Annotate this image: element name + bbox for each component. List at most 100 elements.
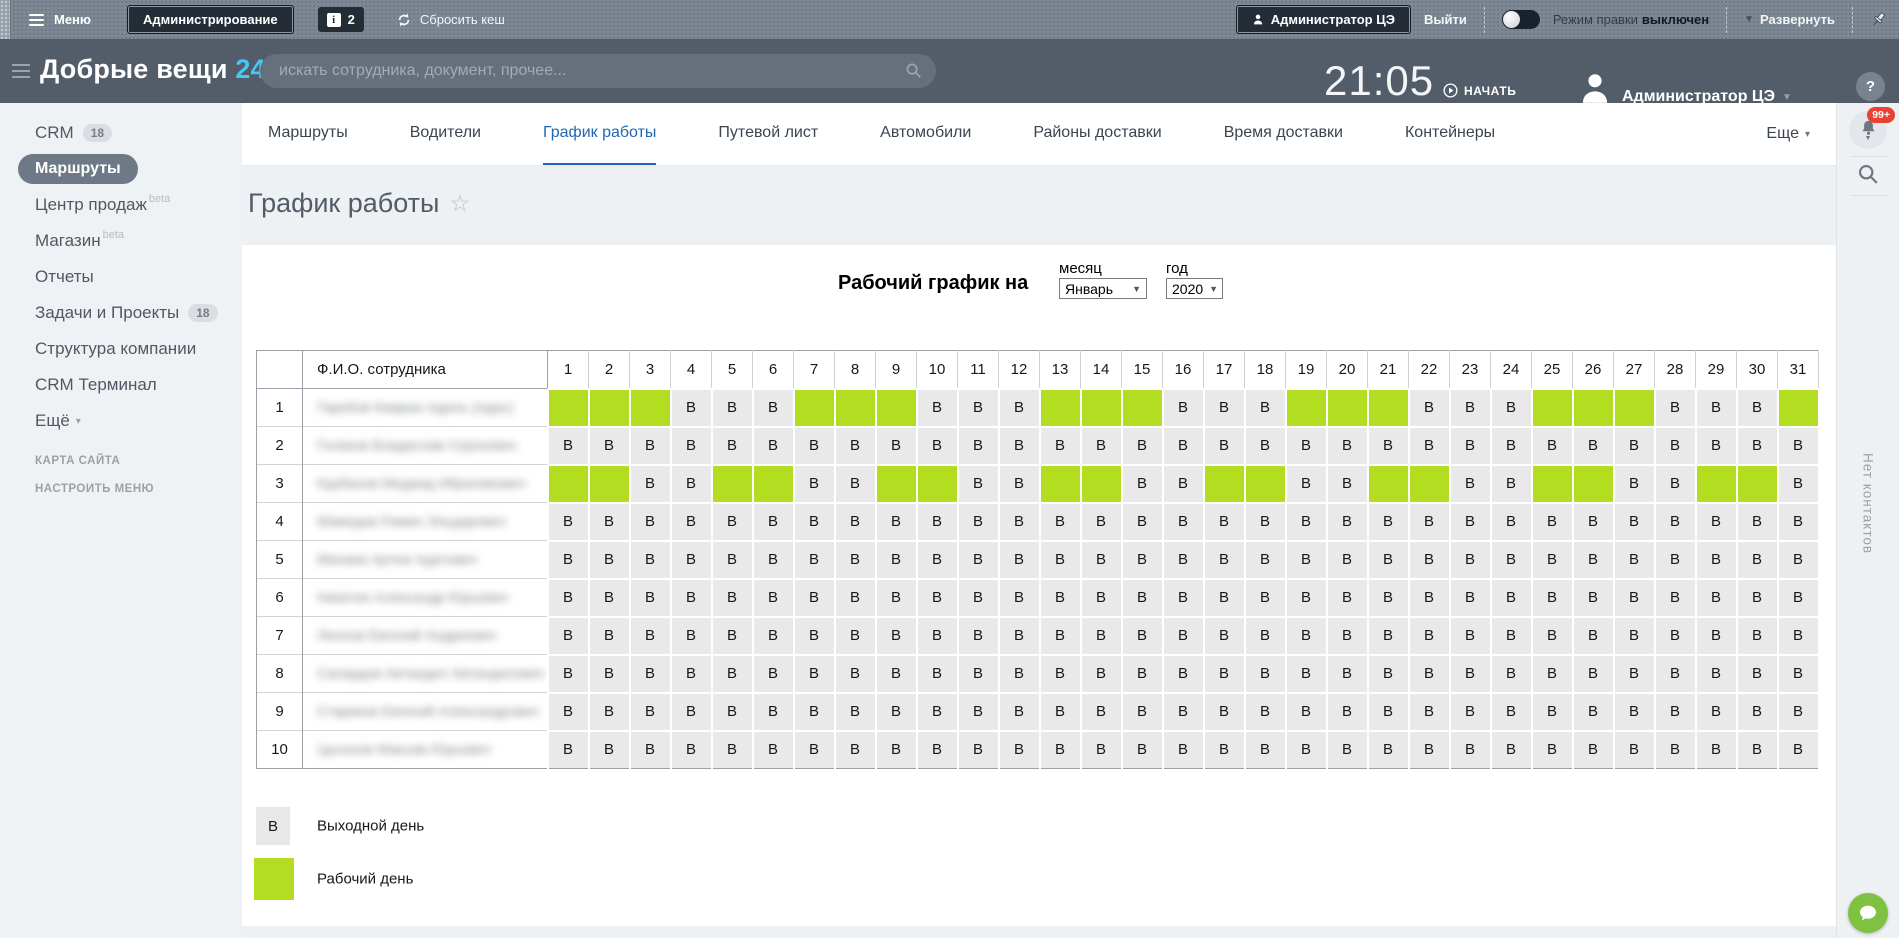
day-off-cell: В [876,731,917,769]
configure-menu-link[interactable]: НАСТРОИТЬ МЕНЮ [0,483,242,495]
day-off-cell: В [1409,541,1450,579]
day-off-cell: В [1778,655,1819,693]
avatar[interactable] [1578,70,1612,106]
tab-routes[interactable]: Маршруты [268,103,348,165]
sidebar-item-crm[interactable]: CRM18 [0,115,242,151]
notifications-button[interactable]: ▼ 99+ [1849,111,1887,149]
year-select[interactable]: 2020 ▼ [1166,278,1223,299]
work-day-cell [712,465,753,503]
sidebar-burger-icon[interactable] [12,64,30,78]
day-off-cell: В [1614,693,1655,731]
day-off-cell: В [1409,503,1450,541]
sidebar-item-label: CRM [35,123,74,143]
sidebar-item-more[interactable]: Ещё▾ [0,403,242,439]
day-off-cell: В [1327,541,1368,579]
day-off-cell: В [548,693,589,731]
day-off-cell: В [917,617,958,655]
day-off-cell: В [1286,579,1327,617]
divider [1850,195,1887,196]
expand-button[interactable]: ▼ Развернуть [1744,12,1835,27]
day-off-cell: В [589,541,630,579]
chat-button[interactable] [1848,893,1888,933]
day-off-cell: В [1573,579,1614,617]
tab-work-schedule[interactable]: График работы [543,103,656,165]
day-off-cell: В [1737,731,1778,769]
tab-more[interactable]: Еще▾ [1766,103,1810,165]
info-counter-button[interactable]: i 2 [318,7,364,32]
brand-logo[interactable]: Добрые вещи 24 [40,54,266,85]
day-off-cell: В [835,503,876,541]
day-off-cell: В [876,693,917,731]
menu-burger-icon[interactable] [29,14,44,26]
sidebar-item-crm-terminal[interactable]: CRM Терминал [0,367,242,403]
day-off-cell: В [1368,427,1409,465]
day-off-cell: В [1614,465,1655,503]
day-off-cell: В [1573,693,1614,731]
day-off-cell: В [1286,541,1327,579]
day-off-cell: В [1655,617,1696,655]
reset-cache-button[interactable]: Сбросить кеш [396,12,505,28]
employee-name-cell: Голиков Владислав Сергеевич [303,427,548,465]
day-off-cell: В [1040,541,1081,579]
logout-button[interactable]: Выйти [1424,12,1467,27]
search-input[interactable] [260,54,936,88]
month-select[interactable]: Январь ▼ [1059,278,1147,299]
sidebar-item-routes[interactable]: Маршруты [0,151,242,187]
day-off-cell: В [1204,693,1245,731]
help-button[interactable]: ? [1856,72,1885,101]
tab-waybill[interactable]: Путевой лист [718,103,818,165]
work-day-cell [876,389,917,427]
pin-icon[interactable] [1870,11,1887,28]
day-off-cell: В [835,427,876,465]
info-icon: i [327,13,341,27]
legend-label: Выходной день [317,818,424,835]
tab-drivers[interactable]: Водители [410,103,481,165]
sidebar-item-tasks[interactable]: Задачи и Проекты18 [0,295,242,331]
work-day-cell [794,389,835,427]
day-header: 20 [1327,351,1368,389]
site-map-link[interactable]: КАРТА САЙТА [0,455,242,467]
day-off-cell: В [835,541,876,579]
sidebar-item-company-structure[interactable]: Структура компании [0,331,242,367]
tab-delivery-time[interactable]: Время доставки [1224,103,1343,165]
day-header: 4 [671,351,712,389]
drag-handle[interactable] [0,0,11,39]
admin-menu-button[interactable]: Меню [54,12,91,27]
day-off-cell: В [630,427,671,465]
work-day-cell [876,465,917,503]
day-off-cell: В [671,731,712,769]
day-off-cell: В [1778,731,1819,769]
day-off-cell: В [1696,655,1737,693]
work-day-cell [1573,465,1614,503]
start-workday-button[interactable]: НАЧАТЬ [1443,83,1516,98]
admin-user-button[interactable]: Администратор ЦЭ [1236,5,1411,34]
header-user-menu[interactable]: Администратор ЦЭ▼ [1622,88,1792,106]
day-off-cell: В [917,579,958,617]
day-off-cell: В [548,655,589,693]
sidebar-item-label: Отчеты [35,267,94,287]
administration-button[interactable]: Администрирование [127,5,294,34]
employee-name: Курбанов Меджид Ибрагимович [317,475,525,491]
sidebar-item-shop[interactable]: Магазинbeta [0,223,242,259]
tab-delivery-areas[interactable]: Районы доставки [1033,103,1161,165]
day-off-cell: В [1409,427,1450,465]
panel-search-icon[interactable] [1857,163,1880,186]
sidebar-item-reports[interactable]: Отчеты [0,259,242,295]
day-off-cell: В [1491,617,1532,655]
day-off-cell: В [1040,655,1081,693]
day-header: 25 [1532,351,1573,389]
tab-containers[interactable]: Контейнеры [1405,103,1495,165]
day-off-cell: В [671,389,712,427]
day-off-cell: В [1204,617,1245,655]
day-off-cell: В [753,503,794,541]
edit-mode-toggle[interactable] [1502,10,1540,29]
employee-name-cell: Никитин Александр Юрьевич [303,579,548,617]
day-header: 12 [999,351,1040,389]
day-off-cell: В [958,655,999,693]
sidebar-item-sales-center[interactable]: Центр продажbeta [0,187,242,223]
tab-cars[interactable]: Автомобили [880,103,971,165]
work-day-cell [1368,465,1409,503]
row-number-cell: 5 [257,541,303,579]
favorite-star-icon[interactable]: ☆ [449,190,470,217]
day-off-cell: В [1163,731,1204,769]
